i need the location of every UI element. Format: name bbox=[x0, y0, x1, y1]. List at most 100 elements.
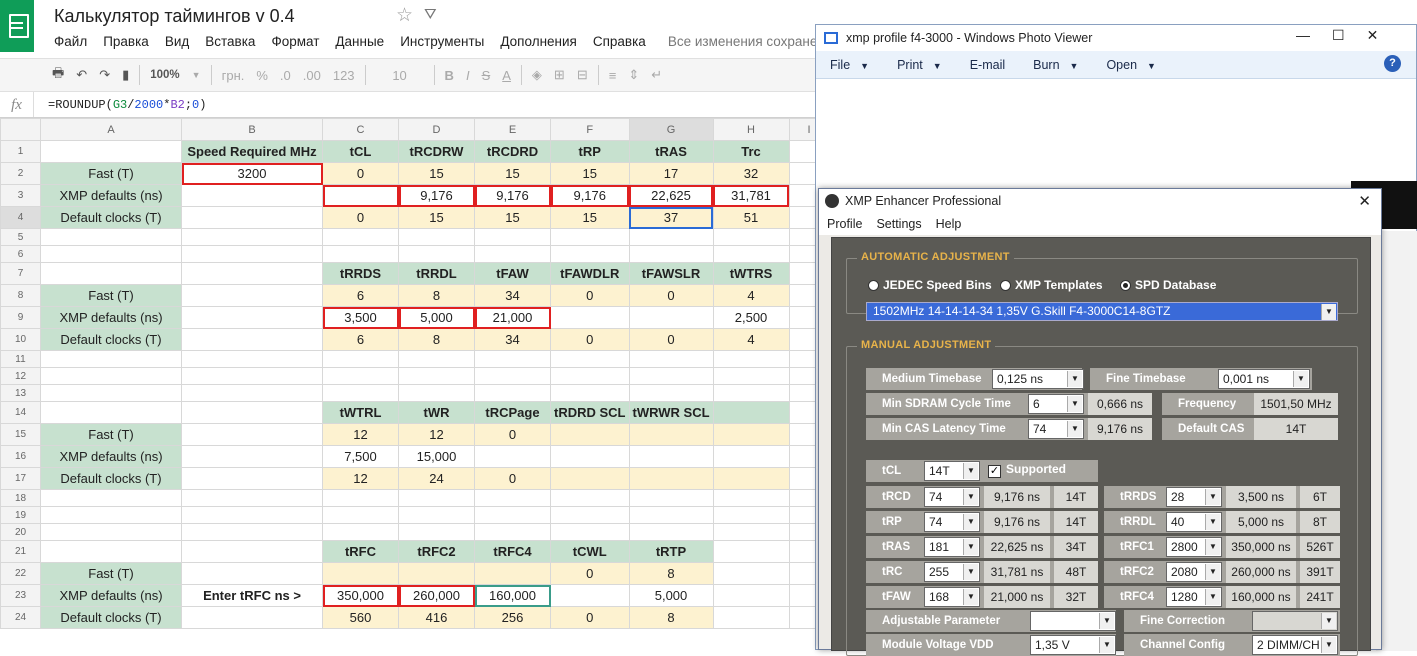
cell[interactable] bbox=[712, 367, 790, 385]
redo-icon[interactable]: ↷ bbox=[93, 64, 116, 86]
menu-help[interactable]: Справка bbox=[593, 34, 646, 49]
cell[interactable] bbox=[398, 489, 475, 507]
cell[interactable]: tRCDRD bbox=[474, 140, 551, 163]
align-left-icon[interactable]: ≡ bbox=[603, 64, 623, 86]
cell[interactable] bbox=[712, 584, 790, 607]
row-header[interactable]: 18 bbox=[0, 489, 41, 507]
zoom-chevron-down-icon[interactable]: ▼ bbox=[186, 64, 207, 86]
cell[interactable]: Default clocks (T) bbox=[40, 467, 182, 490]
row-header[interactable]: 16 bbox=[0, 445, 41, 468]
cell[interactable] bbox=[712, 489, 790, 507]
cell[interactable] bbox=[40, 540, 182, 563]
row-header[interactable]: 11 bbox=[0, 350, 41, 368]
cell[interactable] bbox=[181, 467, 323, 490]
menu-format[interactable]: Формат bbox=[271, 34, 319, 49]
cell[interactable]: 4 bbox=[712, 328, 790, 351]
cell[interactable] bbox=[40, 228, 182, 246]
cell[interactable]: 0 bbox=[628, 328, 714, 351]
cell[interactable]: tRFC bbox=[322, 540, 399, 563]
cell[interactable] bbox=[474, 523, 551, 541]
cell[interactable]: Default clocks (T) bbox=[40, 328, 182, 351]
menu-view[interactable]: Вид bbox=[165, 34, 189, 49]
cell[interactable]: tFAW bbox=[474, 262, 551, 285]
fill-color-icon[interactable]: ◈ bbox=[526, 64, 548, 86]
cell[interactable] bbox=[550, 245, 630, 263]
cell[interactable] bbox=[550, 506, 630, 524]
cell[interactable]: tWTRS bbox=[712, 262, 790, 285]
row-header[interactable]: 17 bbox=[0, 467, 41, 490]
cell[interactable] bbox=[474, 489, 551, 507]
cell[interactable] bbox=[474, 245, 551, 263]
cell[interactable]: 260,000 bbox=[398, 584, 475, 607]
cell[interactable]: 15 bbox=[474, 162, 551, 185]
cell[interactable]: 9,176 bbox=[474, 184, 551, 207]
cell[interactable]: 12 bbox=[322, 423, 399, 446]
cell[interactable] bbox=[712, 228, 790, 246]
cell[interactable] bbox=[550, 584, 630, 607]
cell[interactable] bbox=[712, 562, 790, 585]
row-header[interactable]: 22 bbox=[0, 562, 41, 585]
currency-format-button[interactable]: грн. bbox=[216, 64, 251, 86]
cell[interactable]: 51 bbox=[712, 206, 790, 229]
cell[interactable]: 256 bbox=[474, 606, 551, 629]
col-header-f[interactable]: F bbox=[550, 118, 630, 141]
cell[interactable] bbox=[40, 489, 182, 507]
cell[interactable] bbox=[712, 445, 790, 468]
cell[interactable] bbox=[40, 140, 182, 163]
pv-menu-burn[interactable]: Burn ▼ bbox=[1019, 58, 1092, 72]
print-icon[interactable]: 🖶 bbox=[46, 64, 70, 86]
cell[interactable]: 15 bbox=[474, 206, 551, 229]
cell[interactable] bbox=[322, 367, 399, 385]
cell[interactable] bbox=[712, 523, 790, 541]
menu-edit[interactable]: Правка bbox=[103, 34, 149, 49]
cell[interactable] bbox=[550, 306, 630, 329]
cell[interactable] bbox=[628, 467, 714, 490]
cell[interactable] bbox=[628, 228, 714, 246]
cell[interactable]: 22,625 bbox=[628, 184, 714, 207]
cell[interactable]: tCL bbox=[322, 140, 399, 163]
cell[interactable] bbox=[550, 367, 630, 385]
cell[interactable]: Fast (T) bbox=[40, 423, 182, 446]
row-header[interactable]: 15 bbox=[0, 423, 41, 446]
row-header[interactable]: 1 bbox=[0, 140, 41, 163]
cell[interactable] bbox=[40, 350, 182, 368]
cell[interactable]: 6 bbox=[322, 328, 399, 351]
row-header[interactable]: 7 bbox=[0, 262, 41, 285]
cell[interactable] bbox=[628, 445, 714, 468]
sheets-logo-icon[interactable] bbox=[0, 0, 34, 52]
cell[interactable] bbox=[712, 245, 790, 263]
cell[interactable]: Fast (T) bbox=[40, 284, 182, 307]
cell[interactable] bbox=[322, 506, 399, 524]
cell[interactable] bbox=[181, 328, 323, 351]
cell[interactable] bbox=[181, 540, 323, 563]
paint-format-icon[interactable]: ▮ bbox=[116, 64, 135, 86]
cell[interactable] bbox=[474, 445, 551, 468]
cell[interactable]: 2,500 bbox=[712, 306, 790, 329]
col-header-g[interactable]: G bbox=[628, 118, 714, 141]
cell[interactable]: 0 bbox=[550, 328, 630, 351]
cell[interactable] bbox=[398, 562, 475, 585]
zoom-select[interactable]: 100% bbox=[144, 64, 185, 86]
cell[interactable]: 0 bbox=[322, 206, 399, 229]
cell[interactable]: 34 bbox=[474, 284, 551, 307]
cell[interactable] bbox=[474, 228, 551, 246]
cell[interactable]: Speed Required MHz bbox=[181, 140, 323, 163]
cell[interactable]: 15 bbox=[550, 162, 630, 185]
cell[interactable]: tWTRL bbox=[322, 401, 399, 424]
cell[interactable] bbox=[474, 384, 551, 402]
cell[interactable] bbox=[40, 401, 182, 424]
row-header[interactable]: 21 bbox=[0, 540, 41, 563]
cell[interactable]: 7,500 bbox=[322, 445, 399, 468]
cell[interactable]: tCWL bbox=[550, 540, 630, 563]
row-header[interactable]: 19 bbox=[0, 506, 41, 524]
formula-input[interactable]: =ROUNDUP(G3/2000*B2;0) bbox=[34, 98, 206, 112]
cell[interactable]: 15 bbox=[398, 206, 475, 229]
cell[interactable] bbox=[181, 367, 323, 385]
cell[interactable]: XMP defaults (ns) bbox=[40, 445, 182, 468]
cell[interactable]: tWRWR SCL bbox=[628, 401, 714, 424]
cell[interactable]: 8 bbox=[398, 328, 475, 351]
row-header[interactable]: 5 bbox=[0, 228, 41, 246]
menu-insert[interactable]: Вставка bbox=[205, 34, 255, 49]
cell[interactable] bbox=[181, 445, 323, 468]
cell[interactable] bbox=[322, 184, 399, 207]
